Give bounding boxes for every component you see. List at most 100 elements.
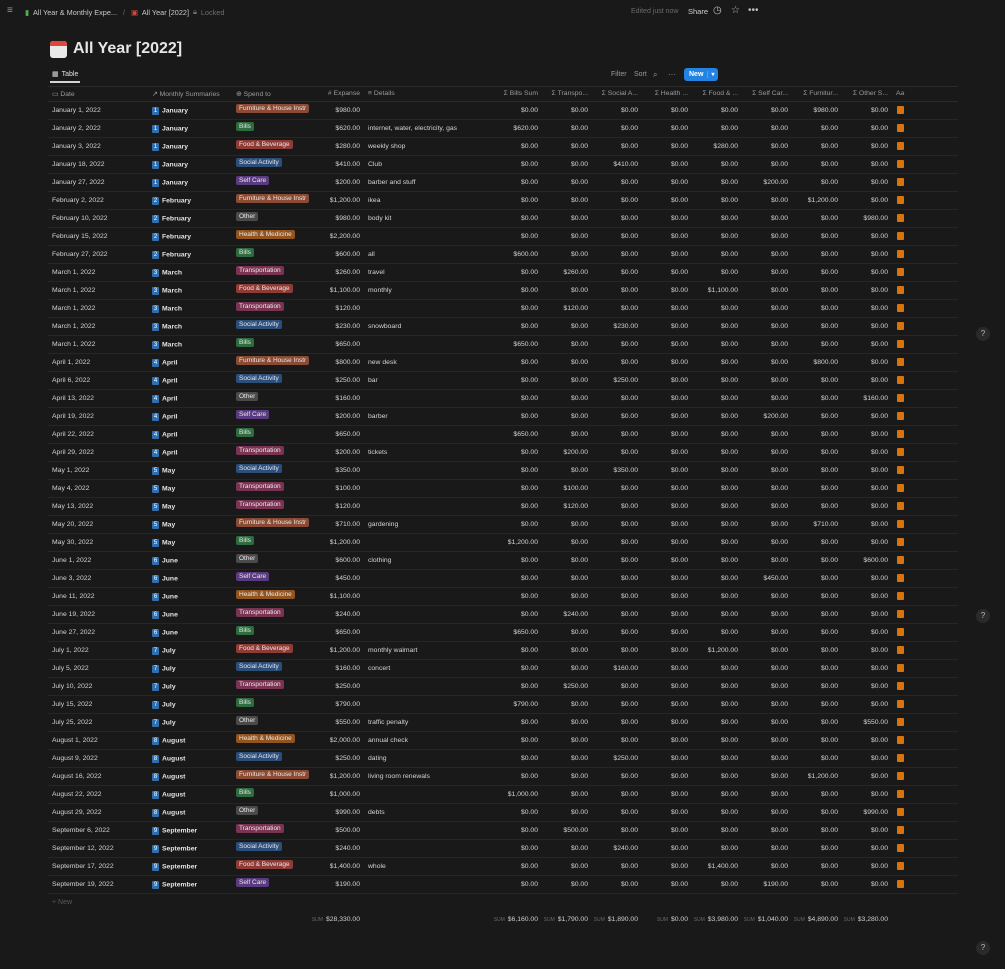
spend-to-cell[interactable]: Bills xyxy=(236,428,254,440)
formula-button-icon[interactable] xyxy=(897,196,904,204)
rollup-cell[interactable]: $0.00 xyxy=(842,665,888,672)
rollup-cell[interactable]: $0.00 xyxy=(842,323,888,330)
rollup-cell[interactable]: $0.00 xyxy=(542,431,588,438)
month-cell[interactable]: 1 January xyxy=(152,143,188,151)
formula-button-icon[interactable] xyxy=(897,376,904,384)
table-row[interactable]: June 19, 2022 6 June Transportation $240.00 $… xyxy=(48,606,958,624)
rollup-cell[interactable]: $160.00 xyxy=(842,395,888,402)
rollup-cell[interactable]: $1,200.00 xyxy=(792,773,838,780)
rollup-cell[interactable]: $650.00 xyxy=(492,341,538,348)
rollup-cell[interactable]: $0.00 xyxy=(792,683,838,690)
star-icon[interactable]: ☆ xyxy=(731,5,740,16)
rollup-cell[interactable]: $0.00 xyxy=(742,791,788,798)
column-header[interactable]: Σ Furnitur... xyxy=(792,90,838,97)
formula-button-icon[interactable] xyxy=(897,736,904,744)
rollup-cell[interactable]: $240.00 xyxy=(592,845,638,852)
details-cell[interactable]: Club xyxy=(368,161,382,168)
rollup-cell[interactable]: $1,400.00 xyxy=(692,863,738,870)
rollup-cell[interactable]: $0.00 xyxy=(592,629,638,636)
expanse-cell[interactable]: $550.00 xyxy=(320,719,360,726)
table-row[interactable]: June 1, 2022 6 June Other $600.00 clothing $0.… xyxy=(48,552,958,570)
formula-button-icon[interactable] xyxy=(897,610,904,618)
rollup-cell[interactable]: $0.00 xyxy=(542,197,588,204)
rollup-cell[interactable]: $0.00 xyxy=(692,485,738,492)
formula-button-icon[interactable] xyxy=(897,772,904,780)
rollup-cell[interactable]: $0.00 xyxy=(542,467,588,474)
rollup-cell[interactable]: $0.00 xyxy=(542,701,588,708)
rollup-cell[interactable]: $0.00 xyxy=(742,233,788,240)
month-cell[interactable]: 7 July xyxy=(152,683,176,691)
rollup-cell[interactable]: $0.00 xyxy=(542,881,588,888)
month-cell[interactable]: 3 March xyxy=(152,269,182,277)
rollup-cell[interactable]: $0.00 xyxy=(692,845,738,852)
table-row[interactable]: June 11, 2022 6 June Health & Medicine $1,10… xyxy=(48,588,958,606)
date-cell[interactable]: June 1, 2022 xyxy=(52,557,91,564)
table-row[interactable]: January 27, 2022 1 January Self Care $200.00… xyxy=(48,174,958,192)
rollup-cell[interactable]: $0.00 xyxy=(742,215,788,222)
rollup-cell[interactable]: $0.00 xyxy=(792,809,838,816)
details-cell[interactable]: body kit xyxy=(368,215,391,222)
rollup-cell[interactable]: $0.00 xyxy=(692,683,738,690)
formula-button-icon[interactable] xyxy=(897,250,904,258)
rollup-cell[interactable]: $0.00 xyxy=(542,233,588,240)
table-row[interactable]: June 3, 2022 6 June Self Care $450.00 $0.00 $0… xyxy=(48,570,958,588)
expanse-cell[interactable]: $160.00 xyxy=(320,665,360,672)
rollup-cell[interactable]: $0.00 xyxy=(592,557,638,564)
rollup-cell[interactable]: $0.00 xyxy=(542,863,588,870)
formula-button-icon[interactable] xyxy=(897,322,904,330)
details-cell[interactable]: clothing xyxy=(368,557,391,564)
rollup-cell[interactable]: $410.00 xyxy=(592,161,638,168)
rollup-cell[interactable]: $0.00 xyxy=(742,809,788,816)
rollup-cell[interactable]: $190.00 xyxy=(742,881,788,888)
spend-to-cell[interactable]: Food & Beverage xyxy=(236,140,293,152)
spend-to-cell[interactable]: Food & Beverage xyxy=(236,284,293,296)
rollup-cell[interactable]: $0.00 xyxy=(842,359,888,366)
spend-to-cell[interactable]: Social Activity xyxy=(236,374,282,386)
rollup-cell[interactable]: $0.00 xyxy=(792,269,838,276)
details-cell[interactable]: new desk xyxy=(368,359,397,366)
date-cell[interactable]: February 15, 2022 xyxy=(52,233,108,240)
rollup-cell[interactable]: $0.00 xyxy=(592,125,638,132)
rollup-cell[interactable]: $0.00 xyxy=(592,827,638,834)
formula-button-icon[interactable] xyxy=(897,862,904,870)
expanse-cell[interactable]: $1,200.00 xyxy=(320,773,360,780)
table-row[interactable]: July 25, 2022 7 July Other $550.00 traffic pe… xyxy=(48,714,958,732)
rollup-cell[interactable]: $0.00 xyxy=(792,611,838,618)
rollup-cell[interactable]: $0.00 xyxy=(792,449,838,456)
date-cell[interactable]: May 30, 2022 xyxy=(52,539,93,546)
column-header[interactable]: Aa xyxy=(896,90,910,97)
rollup-cell[interactable]: $0.00 xyxy=(692,773,738,780)
rollup-cell[interactable]: $0.00 xyxy=(792,557,838,564)
rollup-cell[interactable]: $0.00 xyxy=(742,431,788,438)
rollup-cell[interactable]: $0.00 xyxy=(492,323,538,330)
month-cell[interactable]: 1 January xyxy=(152,107,188,115)
rollup-cell[interactable]: $0.00 xyxy=(842,773,888,780)
formula-button-icon[interactable] xyxy=(897,160,904,168)
date-cell[interactable]: July 5, 2022 xyxy=(52,665,89,672)
sort-button[interactable]: Sort xyxy=(634,71,647,78)
rollup-cell[interactable]: $0.00 xyxy=(642,629,688,636)
rollup-cell[interactable]: $0.00 xyxy=(742,683,788,690)
rollup-cell[interactable]: $0.00 xyxy=(542,215,588,222)
rollup-cell[interactable]: $0.00 xyxy=(642,773,688,780)
expanse-cell[interactable]: $230.00 xyxy=(320,323,360,330)
column-header[interactable]: Σ Social A... xyxy=(592,90,638,97)
breadcrumb-current[interactable]: All Year [2022] xyxy=(142,8,189,17)
rollup-cell[interactable]: $0.00 xyxy=(492,827,538,834)
rollup-cell[interactable]: $120.00 xyxy=(542,503,588,510)
rollup-cell[interactable]: $0.00 xyxy=(642,359,688,366)
expanse-cell[interactable]: $1,200.00 xyxy=(320,647,360,654)
rollup-cell[interactable]: $0.00 xyxy=(492,143,538,150)
rollup-cell[interactable]: $0.00 xyxy=(842,143,888,150)
month-cell[interactable]: 4 April xyxy=(152,395,177,403)
date-cell[interactable]: May 13, 2022 xyxy=(52,503,93,510)
rollup-cell[interactable]: $0.00 xyxy=(742,755,788,762)
rollup-cell[interactable]: $0.00 xyxy=(492,467,538,474)
expanse-cell[interactable]: $990.00 xyxy=(320,809,360,816)
spend-to-cell[interactable]: Health & Medicine xyxy=(236,590,295,602)
rollup-cell[interactable]: $0.00 xyxy=(592,305,638,312)
rollup-cell[interactable]: $0.00 xyxy=(692,359,738,366)
rollup-cell[interactable]: $0.00 xyxy=(492,161,538,168)
spend-to-cell[interactable]: Social Activity xyxy=(236,752,282,764)
month-cell[interactable]: 6 June xyxy=(152,593,178,601)
